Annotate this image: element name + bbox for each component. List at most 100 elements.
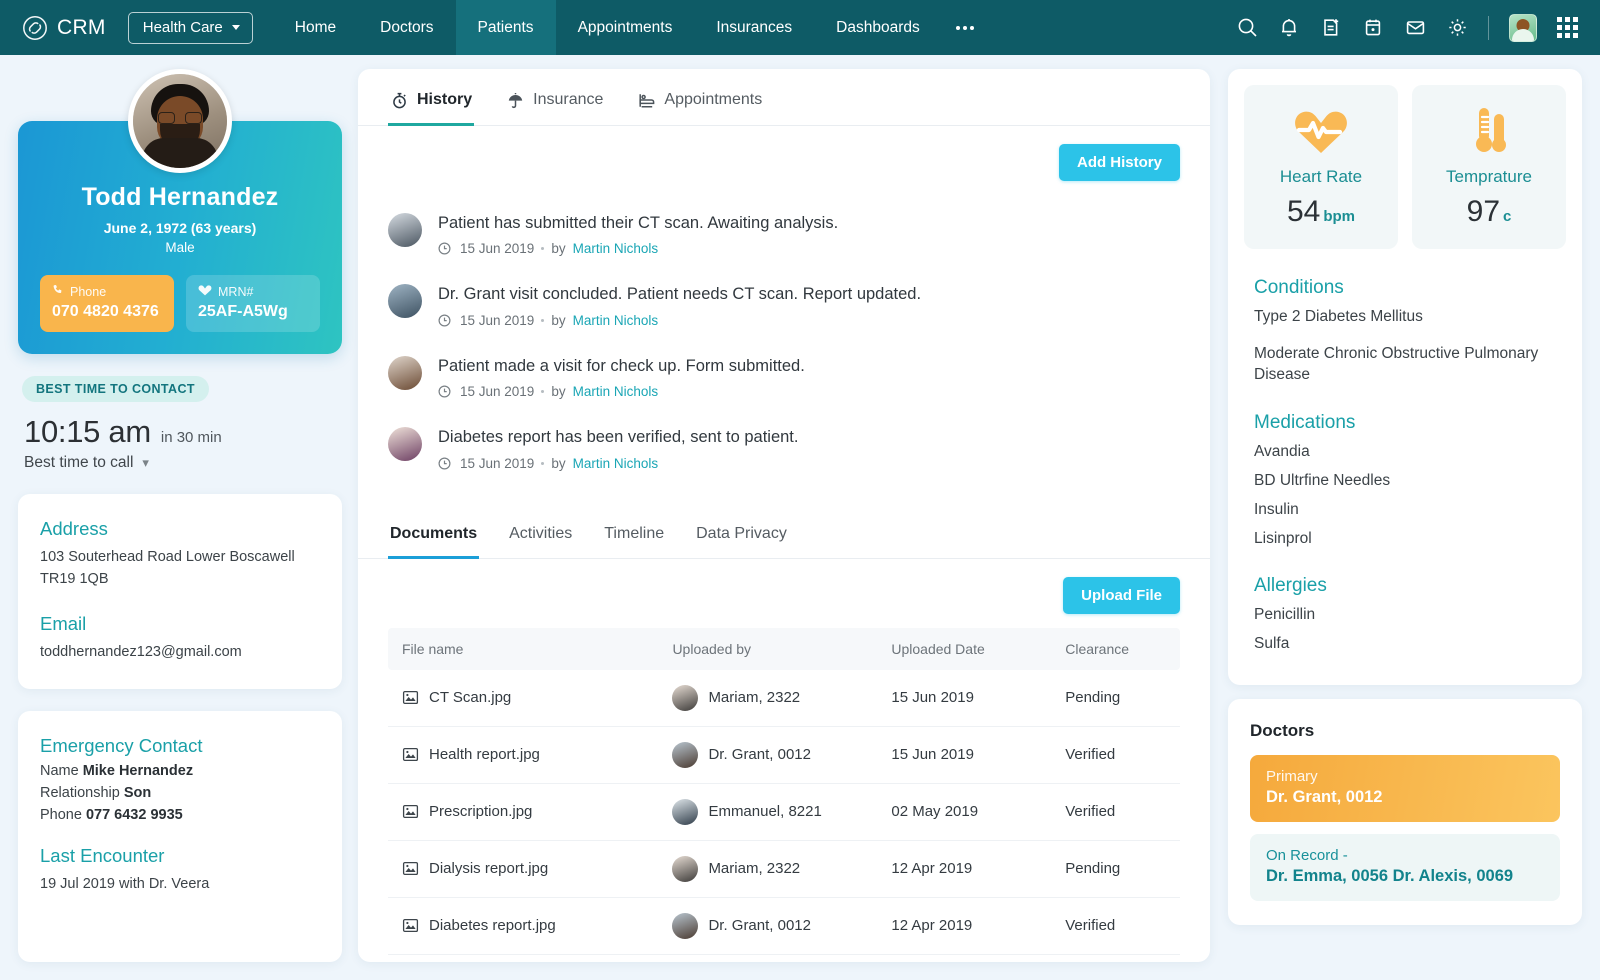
main-content-column: History Insurance Appointments xyxy=(358,69,1210,962)
cell-clearance: Verified xyxy=(1051,959,1180,962)
vital-heart-rate-value: 54bpm xyxy=(1254,195,1388,229)
history-item[interactable]: Patient made a visit for check up. Form … xyxy=(388,344,1180,415)
history-item-author[interactable]: Martin Nichols xyxy=(573,384,659,399)
image-file-icon xyxy=(402,689,419,706)
avatar xyxy=(672,685,698,711)
medications-section: Medications Avandia BD Ultrfine Needles … xyxy=(1254,412,1556,550)
new-note-icon[interactable] xyxy=(1320,17,1342,39)
nav-divider xyxy=(1488,16,1489,40)
emergency-phone-label: Phone xyxy=(40,807,82,823)
history-item-by: by xyxy=(551,313,565,328)
table-row[interactable]: Prescription.jpg Emmanuel, 8221 02 May 2… xyxy=(388,784,1180,841)
history-item[interactable]: Diabetes report has been verified, sent … xyxy=(388,415,1180,486)
patient-gender: Male xyxy=(40,240,320,255)
nav-item-home[interactable]: Home xyxy=(273,0,358,55)
table-row[interactable]: Dialysis report.jpg Mariam, 2322 12 Apr … xyxy=(388,841,1180,898)
patient-name: Todd Hernandez xyxy=(40,183,320,212)
gear-icon[interactable] xyxy=(1446,17,1468,39)
history-item-meta: 15 Jun 2019 by Martin Nichols xyxy=(438,456,1180,471)
tab-insurance-label: Insurance xyxy=(533,91,603,109)
add-history-button[interactable]: Add History xyxy=(1059,144,1180,181)
tab-data-privacy[interactable]: Data Privacy xyxy=(694,503,789,559)
app-grid-icon[interactable] xyxy=(1557,17,1578,38)
search-icon[interactable] xyxy=(1236,17,1258,39)
primary-doctor-item[interactable]: Primary Dr. Grant, 0012 xyxy=(1250,755,1560,822)
best-time-dropdown[interactable]: Best time to call ▾ xyxy=(22,454,338,472)
heart-rate-unit: bpm xyxy=(1323,208,1355,225)
emergency-contact-title: Emergency Contact xyxy=(40,735,320,757)
nav-item-doctors[interactable]: Doctors xyxy=(358,0,455,55)
tab-documents[interactable]: Documents xyxy=(388,503,479,559)
conditions-title: Conditions xyxy=(1254,277,1556,299)
calendar-icon[interactable] xyxy=(1362,17,1384,39)
phone-chip-label: Phone xyxy=(70,285,106,299)
best-time-caption: Best time to call xyxy=(24,454,133,472)
patient-mrn-value: 25AF-A5Wg xyxy=(198,303,308,321)
nav-item-appointments[interactable]: Appointments xyxy=(556,0,695,55)
avatar xyxy=(388,356,422,390)
cell-uploaded-date: 15 Jun 2019 xyxy=(877,731,1051,778)
history-item-text: Patient has submitted their CT scan. Awa… xyxy=(438,213,1180,234)
tab-history-label: History xyxy=(417,91,472,109)
cell-clearance: Pending xyxy=(1051,674,1180,721)
cell-uploaded-date: 12 Apr 2019 xyxy=(877,845,1051,892)
clock-icon xyxy=(438,457,451,470)
cell-file-name: Prescription.jpg xyxy=(388,788,658,835)
table-row[interactable]: CT Scan.jpg Mariam, 2322 15 Jun 2019 Pen… xyxy=(388,670,1180,727)
avatar xyxy=(672,913,698,939)
history-item-author[interactable]: Martin Nichols xyxy=(573,313,659,328)
medication-item: Avandia xyxy=(1254,442,1556,463)
history-item-text: Patient made a visit for check up. Form … xyxy=(438,356,1180,377)
on-record-doctors-item[interactable]: On Record - Dr. Emma, 0056 Dr. Alexis, 0… xyxy=(1250,834,1560,901)
email-value[interactable]: toddhernandez123@gmail.com xyxy=(40,642,320,664)
cell-uploaded-by: Mariam, 2322 xyxy=(658,670,877,726)
chevron-down-icon: ▾ xyxy=(142,455,149,471)
history-item[interactable]: Dr. Grant visit concluded. Patient needs… xyxy=(388,272,1180,343)
main-tab-bar: History Insurance Appointments xyxy=(358,69,1210,126)
on-record-label: On Record - xyxy=(1266,847,1544,864)
cell-file-name: Prescription.jpg xyxy=(388,959,658,962)
tab-history[interactable]: History xyxy=(388,69,474,126)
phone-icon xyxy=(52,284,64,299)
last-encounter-title: Last Encounter xyxy=(40,845,320,867)
table-row[interactable]: Prescription.jpg Anne, 6326 12 Apr 2019 … xyxy=(388,955,1180,962)
nav-item-insurances[interactable]: Insurances xyxy=(694,0,814,55)
right-column-spacer xyxy=(1228,939,1582,962)
history-item-text: Diabetes report has been verified, sent … xyxy=(438,427,1180,448)
allergy-item: Sulfa xyxy=(1254,634,1556,655)
patient-phone-chip[interactable]: Phone 070 4820 4376 xyxy=(40,275,174,332)
module-selector[interactable]: Health Care xyxy=(128,12,253,44)
patient-mrn-chip[interactable]: MRN# 25AF-A5Wg xyxy=(186,275,320,332)
hospital-bed-icon xyxy=(637,91,655,109)
nav-more-icon[interactable] xyxy=(942,0,988,55)
crm-app-window: CRM Health Care Home Doctors Patients Ap… xyxy=(0,0,1600,980)
history-item-date: 15 Jun 2019 xyxy=(460,456,534,471)
nav-item-dashboards[interactable]: Dashboards xyxy=(814,0,942,55)
cell-file-name: Dialysis report.jpg xyxy=(388,845,658,892)
conditions-section: Conditions Type 2 Diabetes Mellitus Mode… xyxy=(1254,277,1556,386)
mail-icon[interactable] xyxy=(1404,17,1426,39)
uploader-text: Dr. Grant, 0012 xyxy=(708,746,811,763)
history-item[interactable]: Patient has submitted their CT scan. Awa… xyxy=(388,201,1180,272)
cell-file-name: Health report.jpg xyxy=(388,731,658,778)
upload-file-button[interactable]: Upload File xyxy=(1063,577,1180,614)
cell-clearance: Pending xyxy=(1051,845,1180,892)
tab-appointments[interactable]: Appointments xyxy=(635,69,764,126)
brand-logo-area[interactable]: CRM xyxy=(22,15,106,41)
cell-uploaded-by: Dr. Grant, 0012 xyxy=(658,727,877,783)
user-avatar[interactable] xyxy=(1509,14,1537,42)
emergency-relationship-row: RelationshipSon xyxy=(40,785,320,801)
table-row[interactable]: Health report.jpg Dr. Grant, 0012 15 Jun… xyxy=(388,727,1180,784)
history-item-author[interactable]: Martin Nichols xyxy=(573,456,659,471)
file-name-text: Diabetes report.jpg xyxy=(429,917,556,934)
nav-item-patients[interactable]: Patients xyxy=(456,0,556,55)
avatar xyxy=(672,742,698,768)
tab-insurance[interactable]: Insurance xyxy=(504,69,605,126)
avatar xyxy=(388,213,422,247)
history-item-author[interactable]: Martin Nichols xyxy=(573,241,659,256)
tab-timeline[interactable]: Timeline xyxy=(602,503,666,559)
bell-icon[interactable] xyxy=(1278,17,1300,39)
vital-temperature-value: 97c xyxy=(1422,195,1556,229)
tab-activities[interactable]: Activities xyxy=(507,503,574,559)
table-row[interactable]: Diabetes report.jpg Dr. Grant, 0012 12 A… xyxy=(388,898,1180,955)
